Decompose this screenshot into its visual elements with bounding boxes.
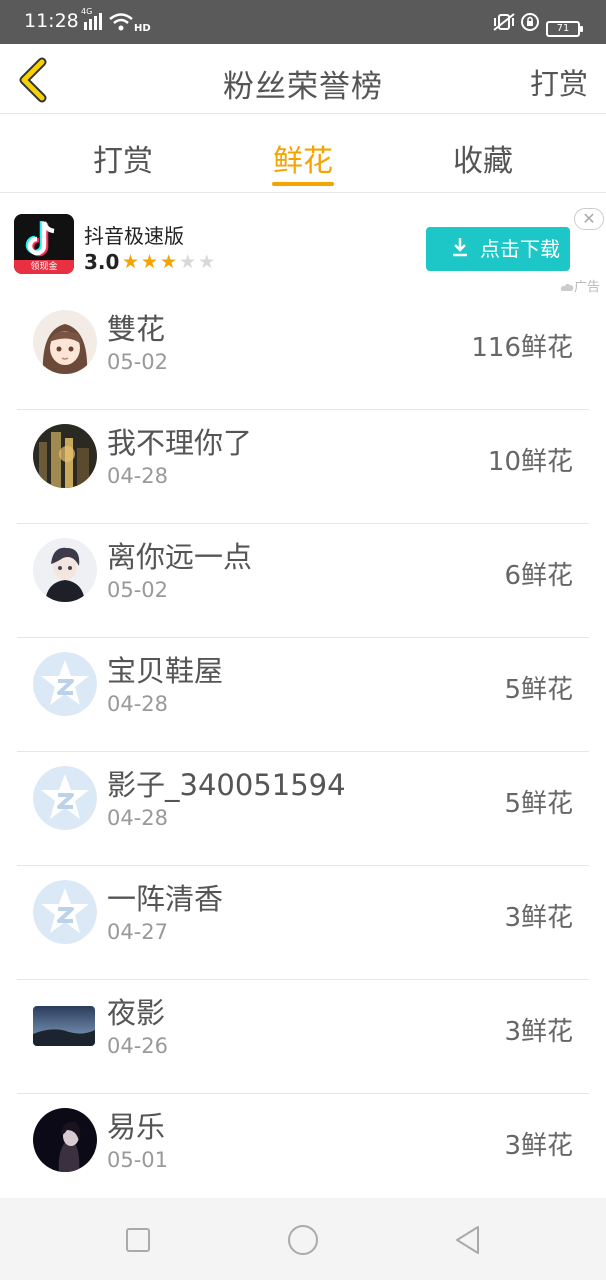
douyin-logo-icon: [25, 221, 55, 257]
list-item[interactable]: 雙花 05-02 116鲜花: [17, 296, 589, 410]
default-qq-avatar: [33, 880, 97, 944]
fan-name: 一阵清香: [107, 882, 224, 916]
flower-count: 116鲜花: [471, 333, 573, 363]
wifi-icon: [109, 13, 133, 31]
fan-name: 夜影: [107, 996, 166, 1030]
signal-icon: [84, 13, 102, 30]
fan-name: 易乐: [107, 1110, 166, 1144]
ad-label: 广告: [560, 276, 600, 295]
hd-label: HD: [134, 23, 151, 34]
ad-app-name: 抖音极速版: [84, 224, 184, 248]
list-item[interactable]: 夜影 04-26 3鲜花: [17, 980, 589, 1094]
status-bar: 11:28 4G HD 71: [0, 0, 606, 44]
flower-count: 5鲜花: [504, 675, 573, 705]
fan-name: 宝贝鞋屋: [107, 654, 224, 688]
star-icon: ★: [122, 251, 142, 273]
list-item[interactable]: 宝贝鞋屋 04-28 5鲜花: [17, 638, 589, 752]
list-item[interactable]: 一阵清香 04-27 3鲜花: [17, 866, 589, 980]
fan-name: 离你远一点: [107, 540, 253, 574]
download-button[interactable]: 点击下载: [426, 227, 570, 271]
flower-count: 10鲜花: [487, 447, 573, 477]
back-nav-button[interactable]: [450, 1222, 486, 1258]
title-bar: 粉丝荣誉榜 打赏: [0, 44, 606, 114]
ad-close-button[interactable]: ✕: [574, 208, 604, 230]
close-icon: ✕: [582, 209, 596, 228]
flower-count: 3鲜花: [504, 903, 573, 933]
home-button[interactable]: [285, 1222, 321, 1258]
douyin-app-icon: 领现金: [14, 214, 74, 274]
list-item[interactable]: 影子_340051594 04-28 5鲜花: [17, 752, 589, 866]
star-icon: ★: [160, 251, 180, 273]
vibrate-icon: [493, 13, 515, 31]
tab-flowers[interactable]: 鲜花: [253, 136, 353, 180]
star-empty-icon: ★: [198, 251, 218, 273]
cloud-icon: [560, 283, 574, 291]
battery-indicator: 71: [546, 21, 583, 37]
status-time: 11:28: [24, 10, 79, 32]
list-item[interactable]: 我不理你了 04-28 10鲜花: [17, 410, 589, 524]
list-item[interactable]: 离你远一点 05-02 6鲜花: [17, 524, 589, 638]
ad-tag-text: 广告: [574, 280, 601, 295]
ad-icon-ribbon: 领现金: [14, 260, 74, 274]
tab-reward[interactable]: 打赏: [73, 136, 173, 180]
fan-date: 04-28: [107, 692, 169, 716]
default-qq-avatar: [33, 652, 97, 716]
star-icon: ★: [141, 251, 161, 273]
fan-date: 04-28: [107, 806, 169, 830]
fan-date: 05-02: [107, 578, 169, 602]
anime-girl-avatar: [33, 310, 97, 374]
default-qq-avatar: [33, 766, 97, 830]
recent-apps-button[interactable]: [120, 1222, 156, 1258]
anime-boy-avatar: [33, 538, 97, 602]
alarm-icon: [521, 13, 539, 31]
star-empty-icon: ★: [179, 251, 199, 273]
ad-rating: 3.0: [84, 250, 120, 274]
rating-stars: ★★★★★: [122, 251, 217, 273]
download-icon: [453, 238, 467, 257]
page-title: 粉丝荣誉榜: [223, 69, 383, 105]
fan-date: 04-26: [107, 1034, 169, 1058]
flower-count: 6鲜花: [504, 561, 573, 591]
ad-banner[interactable]: 领现金 抖音极速版 3.0 ★★★★★ 点击下载 ✕ 广告: [0, 194, 606, 296]
tab-favorites[interactable]: 收藏: [433, 136, 533, 180]
flower-count: 3鲜花: [504, 1131, 573, 1161]
list-item[interactable]: 易乐 05-01 3鲜花: [17, 1094, 589, 1208]
tab-bar: 打赏 鲜花 收藏: [0, 114, 606, 193]
fan-name: 我不理你了: [107, 426, 253, 460]
fan-date: 04-28: [107, 464, 169, 488]
dark-portrait-avatar: [33, 1108, 97, 1172]
fan-name: 雙花: [107, 312, 166, 346]
reward-button[interactable]: 打赏: [530, 61, 588, 103]
city-night-avatar: [33, 424, 97, 488]
system-nav-bar: [0, 1198, 606, 1280]
fan-date: 05-01: [107, 1148, 169, 1172]
fan-date: 05-02: [107, 350, 169, 374]
landscape-avatar: [33, 1006, 95, 1046]
flower-count: 5鲜花: [504, 789, 573, 819]
fan-date: 04-27: [107, 920, 169, 944]
download-label: 点击下载: [480, 237, 560, 261]
flower-count: 3鲜花: [504, 1017, 573, 1047]
fan-name: 影子_340051594: [107, 768, 346, 802]
active-tab-indicator: [272, 182, 334, 186]
